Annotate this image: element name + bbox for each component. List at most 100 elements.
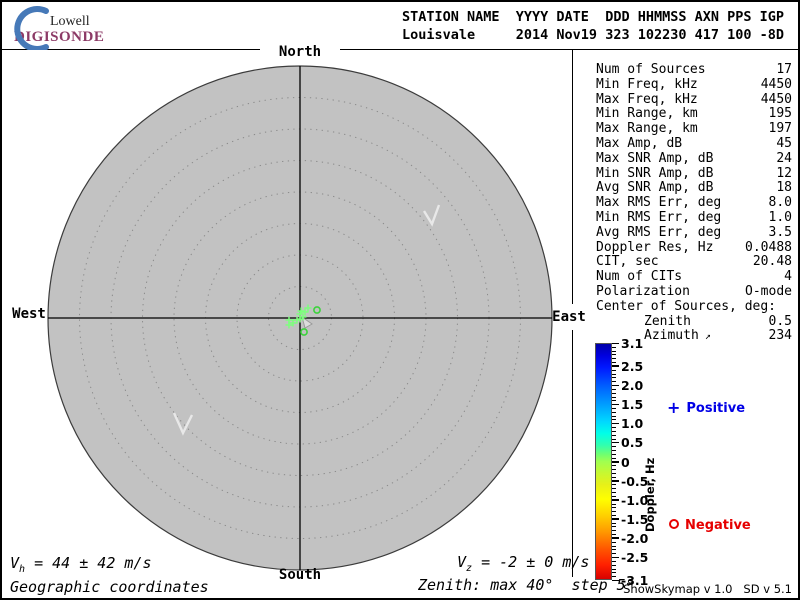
stat-row: Num of CITs4 — [596, 270, 792, 285]
colorbar-minor-tick — [612, 511, 616, 512]
colorbar-tick-label: 3.1 — [621, 336, 643, 351]
stat-label: Max Amp, dB — [596, 137, 682, 152]
colorbar-minor-tick — [612, 576, 616, 577]
stat-row: Doppler Res, Hz0.0488 — [596, 241, 792, 256]
stat-value: 1.0 — [769, 211, 792, 226]
stat-value: 45 — [776, 137, 792, 152]
stat-value: 0.5 — [769, 315, 792, 330]
colorbar-tick-label: 0 — [621, 455, 630, 470]
stat-row: Avg SNR Amp, dB18 — [596, 181, 792, 196]
colorbar-tick-label: 1.5 — [621, 397, 643, 412]
stat-row: Num of Sources17 — [596, 63, 792, 78]
stat-label: Min SNR Amp, dB — [596, 167, 713, 182]
compass-label-south: South — [260, 567, 340, 583]
panel-divider-upper — [572, 50, 573, 304]
colorbar-major-tick — [612, 537, 619, 539]
colorbar-tick-label: -2.5 — [621, 550, 648, 565]
stat-row: Max RMS Err, deg8.0 — [596, 196, 792, 211]
colorbar-minor-tick — [612, 393, 616, 394]
colorbar-minor-tick — [612, 419, 616, 420]
lowell-digisonde-logo — [10, 4, 160, 50]
colorbar-minor-tick — [612, 523, 616, 524]
colorbar-minor-tick — [612, 347, 616, 348]
stat-value: 17 — [776, 63, 792, 78]
stat-row: Min SNR Amp, dB12 — [596, 167, 792, 182]
colorbar-minor-tick — [612, 553, 616, 554]
vz-symbol: V — [457, 553, 466, 571]
stat-row: Min Freq, kHz4450 — [596, 78, 792, 93]
colorbar-minor-tick — [612, 565, 616, 566]
colorbar-minor-tick — [612, 488, 616, 489]
colorbar-minor-tick — [612, 496, 616, 497]
stat-value: 4450 — [761, 93, 792, 108]
colorbar-major-tick — [612, 499, 619, 501]
colorbar-minor-tick — [612, 526, 616, 527]
colorbar-minor-tick — [612, 561, 616, 562]
colorbar-minor-tick — [612, 416, 616, 417]
coordinates-mode-label: Geographic coordinates — [10, 578, 209, 596]
doppler-axis-title: Doppler, Hz — [643, 450, 659, 540]
colorbar-minor-tick — [612, 477, 616, 478]
stat-row: Center of Sources, deg: — [596, 300, 792, 315]
stat-value: 4 — [784, 270, 792, 285]
circle-marker-icon — [669, 519, 679, 529]
colorbar-minor-tick — [612, 569, 616, 570]
stat-row: Max Range, km197 — [596, 122, 792, 137]
colorbar-minor-tick — [612, 484, 616, 485]
stat-value: 20.48 — [753, 255, 792, 270]
colorbar-minor-tick — [612, 427, 616, 428]
stat-label: Center of Sources, deg: — [596, 300, 776, 315]
stat-value: 4450 — [761, 78, 792, 93]
colorbar-tick-label: 0.5 — [621, 435, 643, 450]
vertical-velocity-readout: Vz = -2 ± 0 m/s — [457, 553, 589, 574]
colorbar-minor-tick — [612, 431, 616, 432]
colorbar-minor-tick — [612, 439, 616, 440]
stat-label: Doppler Res, Hz — [596, 241, 713, 256]
colorbar-major-tick — [612, 580, 619, 582]
stat-row: Max SNR Amp, dB 24 — [596, 152, 792, 167]
stat-value: 195 — [769, 107, 792, 122]
colorbar-minor-tick — [612, 507, 616, 508]
colorbar-major-tick — [612, 442, 619, 444]
stat-row: Zenith0.5 — [596, 315, 792, 330]
colorbar-minor-tick — [612, 400, 616, 401]
measurement-stats-panel: Num of Sources17Min Freq, kHz4450Max Fre… — [596, 63, 792, 345]
compass-label-east: East — [548, 309, 590, 325]
colorbar-minor-tick — [612, 370, 616, 371]
stat-label: Min Range, km — [596, 107, 698, 122]
colorbar-minor-tick — [612, 454, 616, 455]
stat-value: 24 — [776, 152, 792, 167]
stat-label: Max RMS Err, deg — [596, 196, 721, 211]
colorbar-minor-tick — [612, 408, 616, 409]
colorbar-major-tick — [612, 365, 619, 367]
vz-value: = -2 ± 0 m/s — [472, 553, 589, 571]
stat-label: Polarization — [596, 285, 690, 300]
showskymap-window: Lowell DIGISONDE STATION NAME YYYY DATE … — [0, 0, 800, 600]
legend-negative-label: Negative — [685, 518, 751, 533]
stat-label: Max SNR Amp, dB — [596, 152, 713, 167]
colorbar-minor-tick — [612, 458, 616, 459]
stat-label: CIT, sec — [596, 255, 659, 270]
colorbar-minor-tick — [612, 435, 616, 436]
legend-positive: +Positive — [667, 398, 745, 417]
legend-negative: Negative — [669, 518, 751, 533]
colorbar-minor-tick — [612, 465, 616, 466]
colorbar-tick-label: 2.0 — [621, 378, 643, 393]
horizontal-velocity-readout: Vh = 44 ± 42 m/s — [10, 554, 152, 575]
colorbar-tick-label: -3.1 — [621, 573, 648, 588]
stat-row: PolarizationO-mode — [596, 285, 792, 300]
stat-row: Avg RMS Err, deg3.5 — [596, 226, 792, 241]
colorbar-minor-tick — [612, 374, 616, 375]
colorbar-minor-tick — [612, 534, 616, 535]
stat-label: Min RMS Err, deg — [596, 211, 721, 226]
colorbar-minor-tick — [612, 549, 616, 550]
legend-positive-label: Positive — [686, 401, 745, 416]
colorbar-minor-tick — [612, 377, 616, 378]
colorbar-major-tick — [612, 343, 619, 345]
colorbar-major-tick — [612, 518, 619, 520]
compass-label-west: West — [8, 306, 50, 322]
colorbar-minor-tick — [612, 412, 616, 413]
app-version-label: ShowSkymap v 1.0 SD v 5.1 — [522, 582, 792, 596]
doppler-colorbar — [595, 343, 612, 580]
colorbar-major-tick — [612, 423, 619, 425]
